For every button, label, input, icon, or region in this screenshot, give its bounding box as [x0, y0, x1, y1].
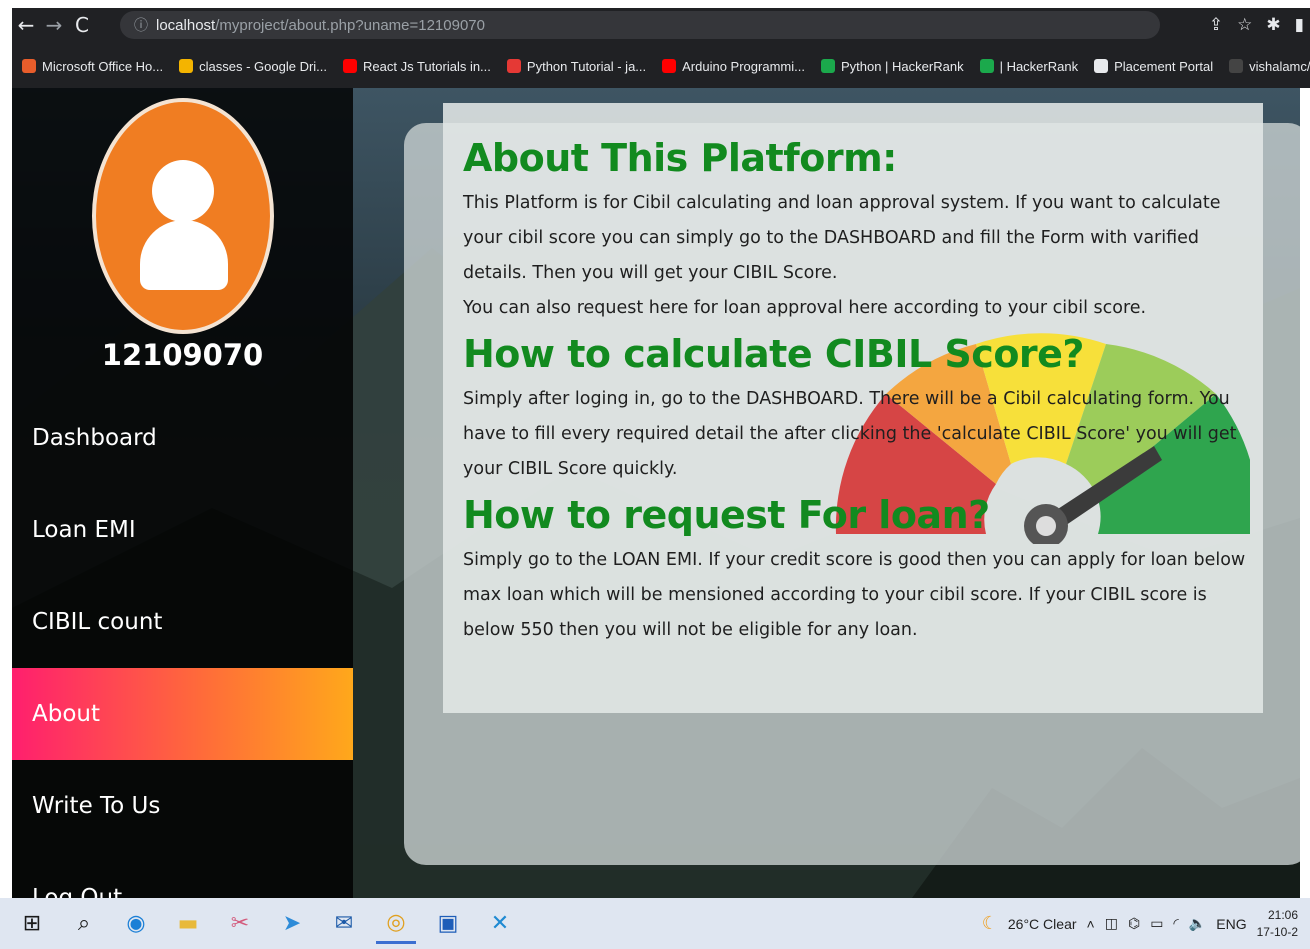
about-content: About This Platform: This Platform is fo…	[463, 130, 1253, 648]
bookmark-item[interactable]: classes - Google Dri...	[179, 59, 327, 74]
bookmark-label: | HackerRank	[999, 58, 1079, 74]
sidebar-item-label: Log Out	[32, 885, 123, 898]
clock[interactable]: 21:06 17-10-2	[1257, 907, 1298, 941]
forward-icon[interactable]: →	[40, 8, 68, 42]
sidebar-item-label: Dashboard	[32, 425, 157, 451]
network-icon[interactable]: ⌬	[1128, 915, 1140, 932]
mail-icon[interactable]: ✉	[324, 904, 364, 944]
bookmark-item[interactable]: | HackerRank	[979, 58, 1079, 74]
star-icon[interactable]: ☆	[1237, 15, 1252, 35]
bookmark-label: Python | HackerRank	[840, 58, 964, 74]
bookmark-label: Placement Portal	[1114, 58, 1214, 74]
avatar	[92, 98, 274, 334]
bookmark-item[interactable]: Arduino Programmi...	[662, 59, 805, 74]
app-icon[interactable]: ▣	[428, 904, 468, 944]
bookmark-favicon-icon	[662, 59, 677, 73]
url-host: localhost	[156, 16, 216, 34]
search-icon[interactable]: ⌕	[64, 904, 104, 944]
back-icon[interactable]: ←	[12, 8, 40, 42]
sidebar-item-loan-emi[interactable]: Loan EMI	[12, 484, 353, 576]
address-bar-row: ← → C ⓘ localhost /myproject/about.php?u…	[12, 8, 1310, 42]
about-heading: About This Platform:	[463, 136, 897, 180]
volume-icon[interactable]: 🔈	[1189, 915, 1206, 932]
bookmark-item[interactable]: vishalamc/cap444	[1229, 59, 1310, 74]
bookmark-label: React Js Tutorials in...	[363, 58, 491, 74]
chrome-icon[interactable]: ◎	[376, 904, 416, 944]
bookmark-favicon-icon	[979, 59, 994, 73]
sidebar-item-label: Loan EMI	[32, 517, 136, 543]
clock-date: 17-10-2	[1256, 924, 1298, 939]
sidebar-item-log-out[interactable]: Log Out	[12, 852, 353, 898]
bookmark-label: Microsoft Office Ho...	[42, 58, 164, 74]
sidebar-item-dashboard[interactable]: Dashboard	[12, 392, 353, 484]
bookmark-label: Python Tutorial - ja...	[526, 58, 647, 74]
battery-icon[interactable]: ▭	[1150, 915, 1163, 932]
user-icon-body	[140, 220, 228, 290]
meet-icon[interactable]: ◫	[1105, 915, 1118, 932]
window-icon[interactable]: ▮	[1295, 15, 1304, 35]
chevron-up-icon[interactable]: ˄	[1087, 916, 1095, 932]
sidebar-item-label: CIBIL count	[32, 609, 163, 635]
bookmark-favicon-icon	[343, 59, 358, 73]
reload-icon[interactable]: C	[68, 8, 96, 42]
bookmark-favicon-icon	[820, 59, 835, 73]
sidebar-item-cibil-count[interactable]: CIBIL count	[12, 576, 353, 668]
windows-start-icon[interactable]: ⊞	[12, 904, 52, 944]
weather-icon[interactable]: ☾	[982, 913, 998, 934]
file-explorer-icon[interactable]: ▬	[168, 904, 208, 944]
username: 12109070	[101, 338, 264, 372]
bookmark-label: classes - Google Dri...	[199, 58, 328, 74]
sidebar-item-write-to-us[interactable]: Write To Us	[12, 760, 353, 852]
calculate-paragraph: Simply after loging in, go to the DASHBO…	[463, 389, 1237, 479]
bookmark-item[interactable]: Microsoft Office Ho...	[22, 59, 163, 74]
browser-chrome: ← → C ⓘ localhost /myproject/about.php?u…	[12, 8, 1310, 88]
bookmark-label: Arduino Programmi...	[682, 58, 805, 74]
bookmarks-bar: Microsoft Office Ho... classes - Google D…	[12, 48, 1310, 84]
sidebar-item-label: About	[32, 701, 101, 727]
about-paragraph: This Platform is for Cibil calculating a…	[463, 193, 1221, 283]
url-path: /myproject/about.php?uname=12109070	[215, 16, 485, 34]
vscode-icon[interactable]: ✕	[480, 904, 520, 944]
language-indicator[interactable]: ENG	[1216, 916, 1246, 932]
calculate-heading: How to calculate CIBIL Score?	[463, 332, 1084, 376]
weather-text[interactable]: 26°C Clear	[1008, 916, 1077, 932]
snipping-icon[interactable]: ✂	[220, 904, 260, 944]
request-paragraph: Simply go to the LOAN EMI. If your credi…	[463, 550, 1246, 640]
bookmark-favicon-icon	[22, 59, 36, 73]
browser-actions: ⇪ ☆ ✱ ▮	[1209, 8, 1304, 42]
taskbar: ⊞ ⌕ ◉ ▬ ✂ ➤ ✉ ◎ ▣ ✕ ☾ 26°C Clear ˄ ◫ ⌬ ▭…	[0, 898, 1310, 949]
about-paragraph-2: You can also request here for loan appro…	[463, 298, 1147, 318]
extensions-icon[interactable]: ✱	[1266, 15, 1280, 35]
wifi-icon[interactable]: ◜	[1173, 915, 1178, 932]
bookmark-favicon-icon	[1094, 59, 1109, 73]
share-icon[interactable]: ⇪	[1209, 15, 1223, 35]
bookmark-item[interactable]: Python | HackerRank	[820, 58, 964, 74]
telegram-icon[interactable]: ➤	[272, 904, 312, 944]
info-icon[interactable]: ⓘ	[134, 15, 148, 35]
edge-icon[interactable]: ◉	[116, 904, 156, 944]
clock-time: 21:06	[1267, 907, 1298, 922]
bookmark-item[interactable]: Placement Portal	[1094, 59, 1213, 74]
bookmark-item[interactable]: Python Tutorial - ja...	[506, 58, 647, 74]
sidebar-item-about[interactable]: About	[12, 668, 353, 760]
bookmark-item[interactable]: React Js Tutorials in...	[343, 59, 491, 74]
request-heading: How to request For loan?	[463, 493, 990, 537]
bookmark-favicon-icon	[1229, 59, 1244, 73]
bookmark-favicon-icon	[506, 59, 521, 73]
sidebar-item-label: Write To Us	[32, 793, 161, 819]
user-icon-head	[152, 160, 214, 222]
url-field[interactable]: ⓘ localhost /myproject/about.php?uname=1…	[120, 11, 1160, 39]
system-tray: ☾ 26°C Clear ˄ ◫ ⌬ ▭ ◜ 🔈 ENG 21:06 17-10…	[982, 898, 1298, 949]
bookmark-favicon-icon	[179, 59, 194, 73]
sidebar: 12109070 Dashboard Loan EMI CIBIL count …	[12, 88, 353, 898]
bookmark-label: vishalamc/cap444	[1249, 58, 1310, 74]
